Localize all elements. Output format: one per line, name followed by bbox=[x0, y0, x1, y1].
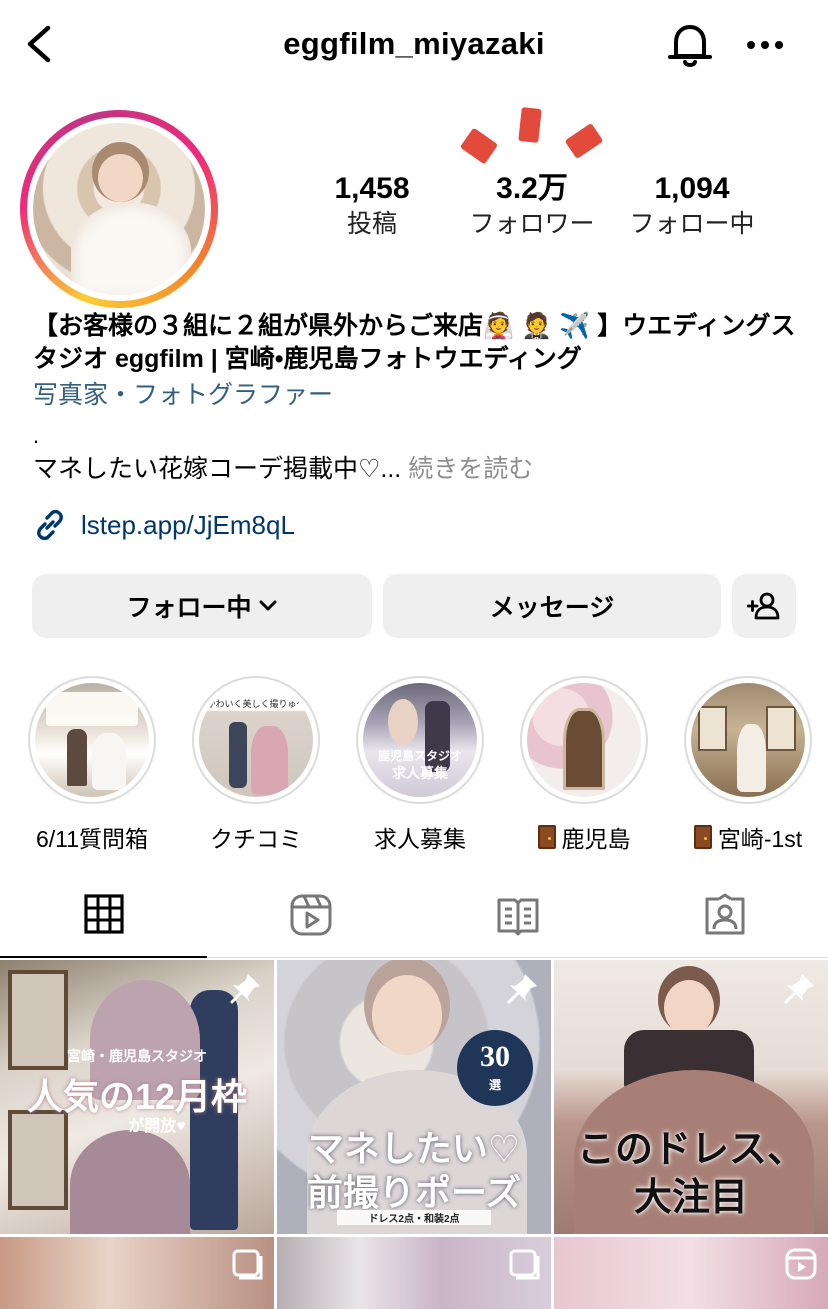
message-button[interactable]: メッセージ bbox=[383, 574, 721, 638]
profile-stats: 1,458 投稿 3.2万 フォロワー 1,094 フォロー中 bbox=[290, 170, 810, 250]
post-overlay-text: 宮崎・鹿児島スタジオ bbox=[67, 1048, 207, 1064]
carousel-icon bbox=[509, 1249, 540, 1280]
following-button[interactable]: フォロー中 bbox=[32, 574, 372, 638]
stat-label: フォロー中 bbox=[629, 210, 755, 238]
pin-icon bbox=[230, 974, 260, 1004]
post-thumbnail[interactable]: 宮崎・鹿児島スタジオ 人気の12月枠 が開放♥ bbox=[0, 960, 274, 1234]
highlight-label: 6/11質問箱 bbox=[35, 826, 149, 852]
highlight-label: 求人募集 bbox=[374, 826, 466, 852]
highlight-cover bbox=[35, 683, 149, 797]
bio-text: マネしたい花嫁コーデ掲載中♡... 続きを読む bbox=[33, 452, 533, 486]
highlight-item[interactable]: かわいく美しく撮りゅ〜 クチコミ bbox=[191, 676, 321, 854]
post-overlay-text: が開放♥ bbox=[128, 1118, 186, 1135]
post-thumbnail[interactable] bbox=[554, 1237, 828, 1309]
stat-value: 3.2万 bbox=[496, 172, 568, 205]
highlight-item[interactable]: 鹿児島 bbox=[519, 676, 649, 854]
tagged-icon bbox=[705, 893, 744, 935]
door-icon bbox=[537, 825, 556, 849]
bell-icon bbox=[668, 25, 712, 67]
profile-display-name: 【お客様の３組に２組が県外からご来店👰 🤵 ✈️ 】ウエディングスタジオ egg… bbox=[33, 312, 796, 373]
followers-count[interactable]: 3.2万 フォロワー bbox=[447, 170, 617, 240]
highlight-cover bbox=[691, 683, 805, 797]
post-thumbnail[interactable] bbox=[0, 1237, 274, 1309]
link-icon bbox=[37, 509, 63, 541]
highlight-cover: かわいく美しく撮りゅ〜 bbox=[199, 683, 313, 797]
profile-tabs bbox=[0, 872, 828, 958]
chevron-down-icon bbox=[259, 600, 276, 611]
posts-count[interactable]: 1,458 投稿 bbox=[287, 170, 457, 240]
tab-reels[interactable] bbox=[207, 872, 414, 958]
grid-icon bbox=[83, 894, 124, 934]
stat-value: 1,094 bbox=[654, 172, 730, 205]
highlight-cover-text: かわいく美しく撮りゅ〜 bbox=[206, 698, 306, 709]
stat-label: フォロワー bbox=[469, 210, 595, 238]
highlight-label-text: 宮崎-1st bbox=[717, 826, 803, 852]
message-button-label: メッセージ bbox=[489, 594, 615, 622]
link-text: lstep.app/JjEm8qL bbox=[81, 509, 295, 540]
highlight-item[interactable]: 鹿児島スタジオ 求人募集 求人募集 bbox=[355, 676, 485, 854]
suggested-users-button[interactable] bbox=[732, 574, 796, 638]
following-count[interactable]: 1,094 フォロー中 bbox=[607, 170, 777, 240]
profile-header: eggfilm_miyazaki bbox=[0, 0, 828, 92]
post-thumbnail[interactable]: このドレス、 大注目 bbox=[554, 960, 828, 1234]
post-badge-number: 30 bbox=[480, 1040, 510, 1073]
notifications-button[interactable] bbox=[666, 20, 714, 70]
highlight-label-text: 鹿児島 bbox=[561, 826, 631, 852]
post-overlay-title: 前撮りポーズ bbox=[306, 1172, 522, 1213]
bio-snippet: マネしたい花嫁コーデ掲載中♡... bbox=[33, 455, 409, 483]
reels-icon bbox=[290, 894, 331, 936]
stat-label: 投稿 bbox=[346, 210, 397, 238]
guide-icon bbox=[497, 898, 538, 936]
highlight-cover-text: 求人募集 bbox=[392, 764, 448, 781]
pin-icon bbox=[507, 974, 537, 1004]
read-more-link[interactable]: 続きを読む bbox=[408, 455, 533, 483]
highlight-cover bbox=[527, 683, 641, 797]
tab-posts-grid[interactable] bbox=[0, 872, 207, 958]
post-overlay-title: 大注目 bbox=[633, 1177, 748, 1219]
highlight-label: 鹿児島 bbox=[519, 820, 649, 854]
highlight-item[interactable]: 宮崎-1st bbox=[683, 676, 813, 854]
stat-value: 1,458 bbox=[334, 172, 410, 205]
following-button-label: フォロー中 bbox=[126, 594, 252, 622]
profile-category: 写真家・フォトグラファー bbox=[33, 381, 334, 409]
highlight-label: クチコミ bbox=[210, 826, 302, 852]
tab-guides[interactable] bbox=[414, 872, 621, 958]
highlight-item[interactable]: 6/11質問箱 bbox=[27, 676, 157, 854]
bio-line-dot: . bbox=[33, 423, 40, 448]
add-user-icon bbox=[747, 592, 780, 620]
post-badge-text: 選 bbox=[488, 1078, 501, 1092]
bio-website-link[interactable]: lstep.app/JjEm8qL bbox=[33, 506, 295, 544]
carousel-icon bbox=[232, 1249, 263, 1280]
tab-tagged[interactable] bbox=[621, 872, 828, 958]
highlight-cover-text: 鹿児島スタジオ bbox=[377, 748, 462, 763]
post-overlay-title: このドレス、 bbox=[576, 1129, 805, 1171]
reel-icon bbox=[785, 1248, 817, 1280]
more-options-button[interactable] bbox=[742, 28, 788, 62]
pin-icon bbox=[784, 974, 814, 1004]
avatar bbox=[33, 123, 205, 295]
avatar-story-ring[interactable] bbox=[20, 110, 218, 308]
post-thumbnail[interactable]: 30 選 マネしたい♡ 前撮りポーズ ドレス2点・和装2点 bbox=[277, 960, 551, 1234]
post-thumbnail[interactable] bbox=[277, 1237, 551, 1309]
sparkle-decoration bbox=[461, 107, 603, 164]
highlight-cover: 鹿児島スタジオ 求人募集 bbox=[363, 683, 477, 797]
door-icon bbox=[693, 825, 712, 849]
highlight-label: 宮崎-1st bbox=[683, 820, 813, 854]
post-overlay-text: ドレス2点・和装2点 bbox=[337, 1210, 491, 1225]
more-horizontal-icon bbox=[747, 41, 783, 49]
